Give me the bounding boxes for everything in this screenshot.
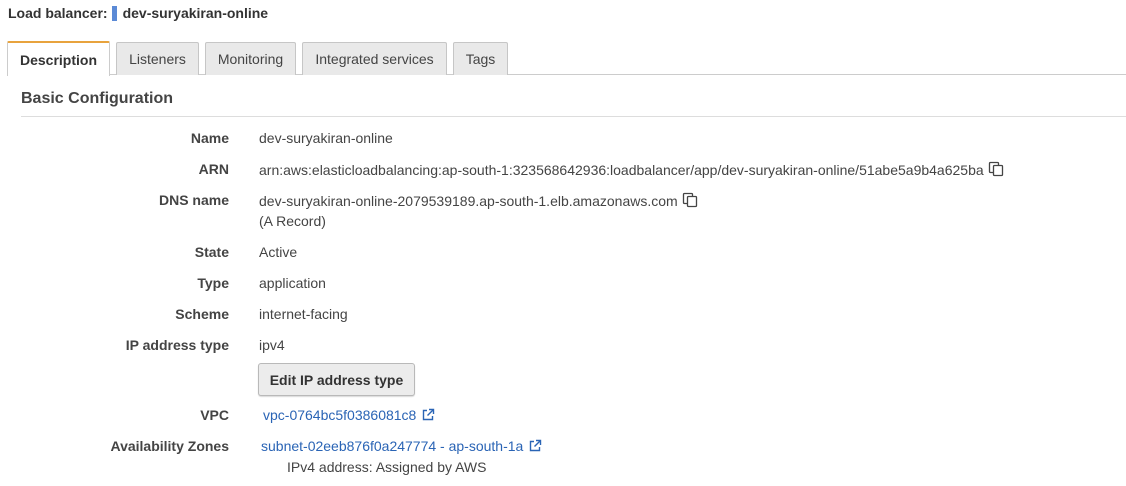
edit-ip-address-type-button[interactable]: Edit IP address type: [258, 363, 415, 396]
ip-type-value: ipv4: [259, 337, 285, 353]
vpc-value-wrap: vpc-0764bc5f0386081c8: [263, 407, 435, 425]
field-row-vpc: VPC vpc-0764bc5f0386081c8: [0, 407, 1126, 427]
scheme-label: Scheme: [175, 306, 229, 322]
vpc-link[interactable]: vpc-0764bc5f0386081c8: [263, 407, 416, 423]
az-ipv4-row: IPv4 address: Assigned by AWS: [0, 459, 1126, 479]
dns-record-type: (A Record): [259, 213, 326, 229]
field-row-arn: ARN arn:aws:elasticloadbalancing:ap-sout…: [0, 161, 1126, 181]
state-label: State: [194, 244, 229, 260]
section-divider: [21, 116, 1126, 117]
load-balancer-marker-icon: [111, 5, 117, 21]
name-label: Name: [190, 130, 229, 146]
arn-value-wrap: arn:aws:elasticloadbalancing:ap-south-1:…: [259, 161, 1004, 180]
state-value: Active: [259, 244, 298, 260]
dns-record-row: (A Record): [0, 213, 1126, 233]
type-label: Type: [197, 275, 229, 291]
vpc-label: VPC: [200, 407, 229, 423]
az-value-wrap: subnet-02eeb876f0a247774 - ap-south-1a: [261, 438, 542, 456]
type-value: application: [259, 275, 326, 291]
field-row-type: Type application: [0, 275, 1126, 295]
dns-value: dev-suryakiran-online-2079539189.ap-sout…: [259, 193, 678, 209]
scheme-value: internet-facing: [259, 306, 348, 322]
field-row-availability-zones: Availability Zones subnet-02eeb876f0a247…: [0, 438, 1126, 458]
field-row-name: Name dev-suryakiran-online: [0, 130, 1126, 150]
az-label: Availability Zones: [110, 438, 229, 454]
copy-icon[interactable]: [988, 161, 1004, 180]
subnet-link[interactable]: subnet-02eeb876f0a247774 - ap-south-1a: [261, 438, 523, 454]
page-header: Load balancer: dev-suryakiran-online: [8, 3, 268, 23]
section-title: Basic Configuration: [21, 90, 174, 107]
field-row-scheme: Scheme internet-facing: [0, 306, 1126, 326]
name-value: dev-suryakiran-online: [259, 130, 393, 146]
load-balancer-name: dev-suryakiran-online: [122, 5, 269, 21]
dns-value-wrap: dev-suryakiran-online-2079539189.ap-sout…: [259, 192, 698, 211]
field-row-state: State Active: [0, 244, 1126, 264]
copy-icon[interactable]: [682, 192, 698, 211]
arn-label: ARN: [198, 161, 229, 177]
dns-label: DNS name: [158, 192, 229, 208]
tab-description[interactable]: Description: [7, 41, 110, 76]
tab-tags[interactable]: Tags: [453, 42, 508, 75]
az-ipv4-address: IPv4 address: Assigned by AWS: [287, 459, 487, 475]
external-link-icon[interactable]: [421, 408, 435, 425]
tab-monitoring[interactable]: Monitoring: [205, 42, 296, 75]
field-row-ip-type: IP address type ipv4: [0, 337, 1126, 357]
arn-value: arn:aws:elasticloadbalancing:ap-south-1:…: [259, 162, 984, 178]
field-row-dns: DNS name dev-suryakiran-online-207953918…: [0, 192, 1126, 212]
external-link-icon[interactable]: [528, 439, 542, 456]
ip-type-label: IP address type: [125, 337, 229, 353]
header-label: Load balancer:: [8, 5, 108, 21]
tab-integrated-services[interactable]: Integrated services: [302, 42, 447, 75]
tab-listeners[interactable]: Listeners: [116, 42, 199, 75]
tab-bar: Description Listeners Monitoring Integra…: [7, 41, 1126, 76]
